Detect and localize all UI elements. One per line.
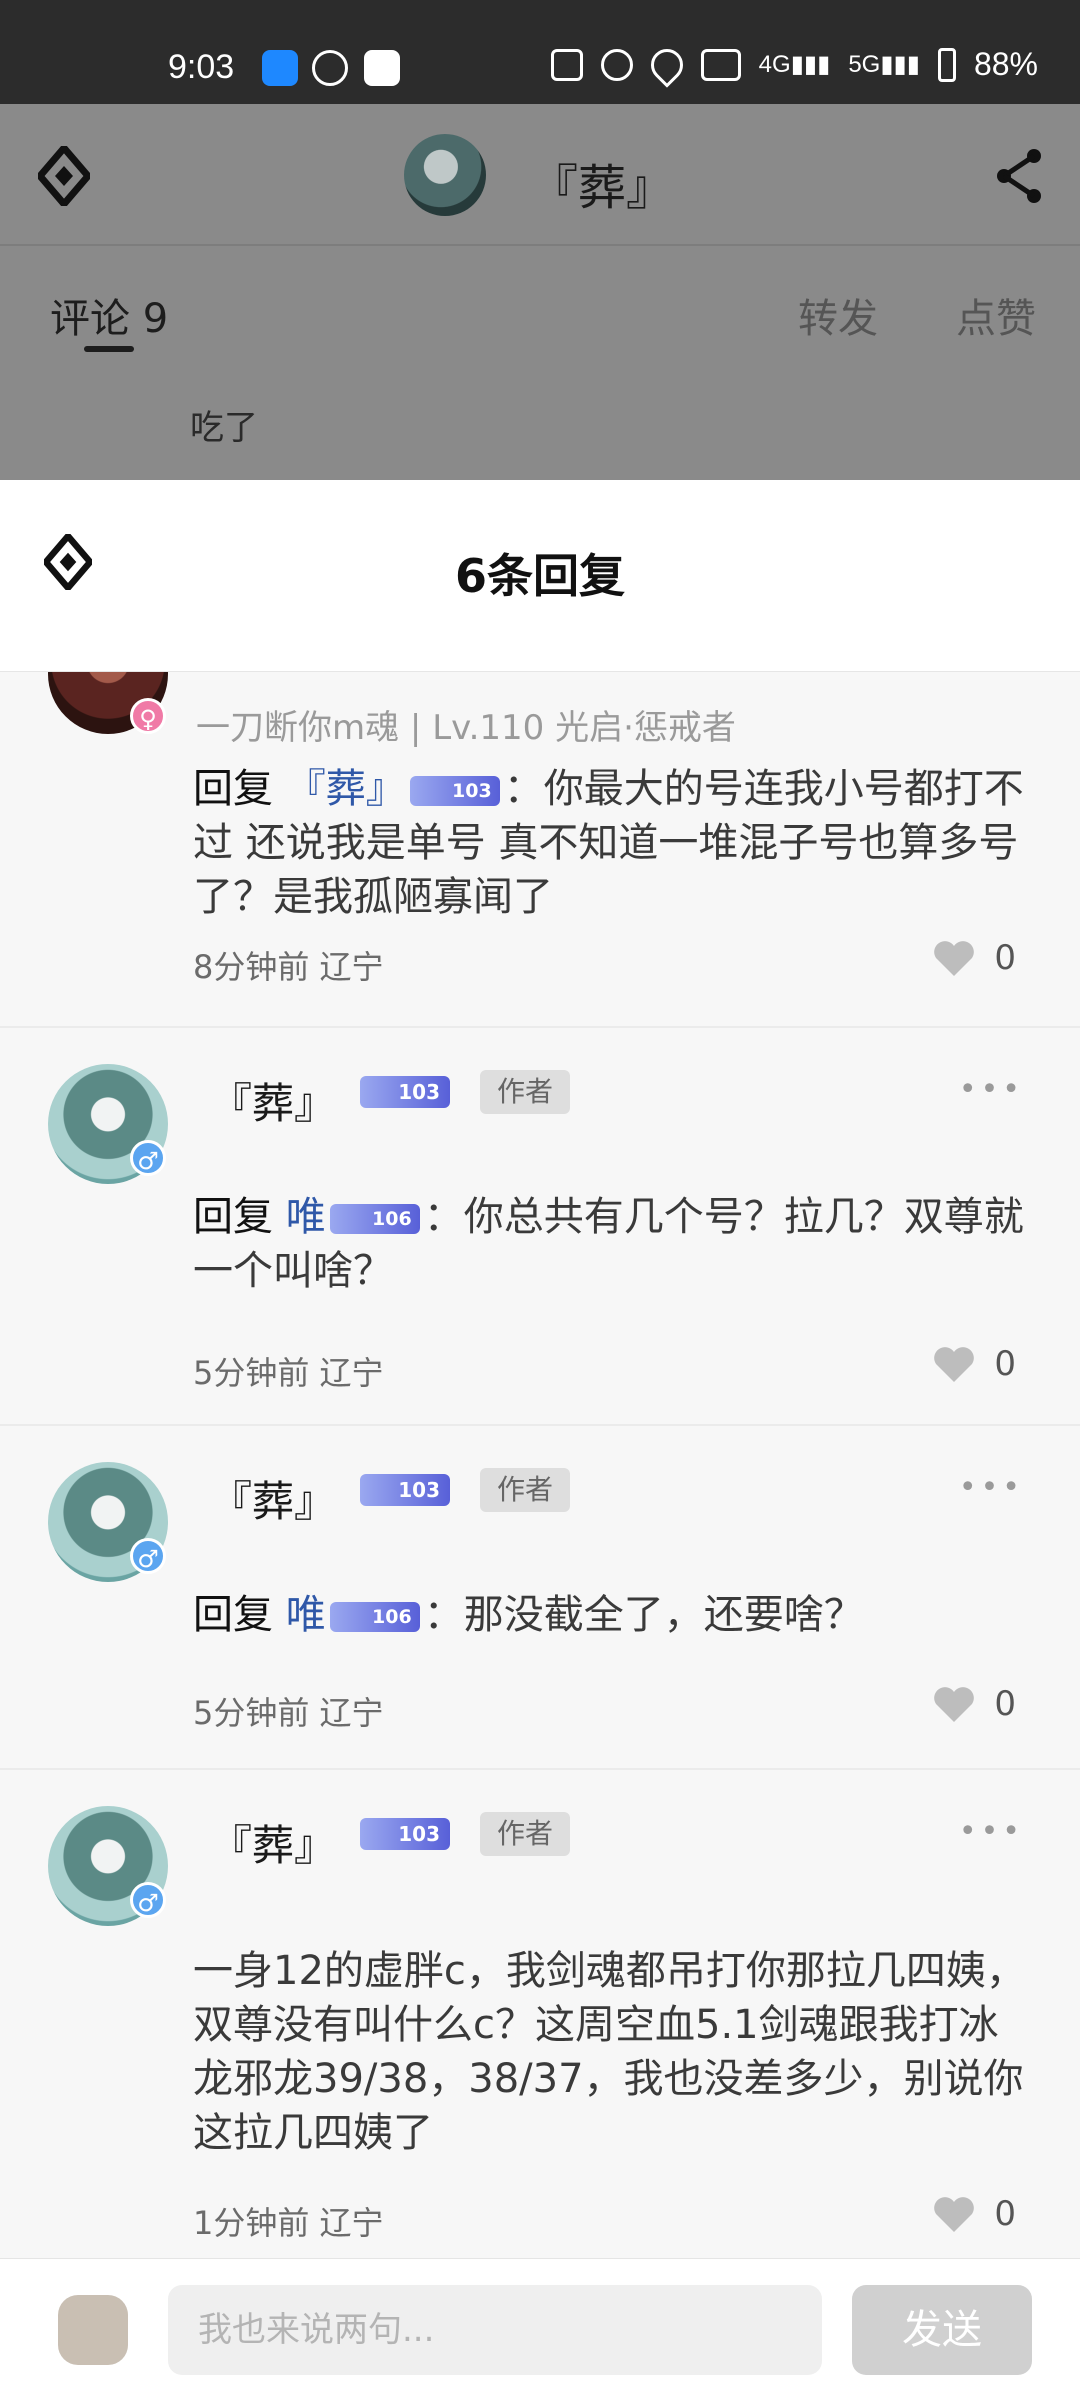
tab-comments[interactable]: 评论 9: [50, 286, 168, 344]
more-options-icon[interactable]: •••: [959, 1072, 1024, 1107]
mention-link[interactable]: 唯: [286, 1592, 326, 1638]
gender-female-icon: ♀: [130, 698, 166, 734]
comment-input-bar: 发送: [0, 2258, 1080, 2400]
phone-app-icon: [262, 50, 298, 86]
level-badge: 106: [329, 1602, 420, 1632]
tab-forward[interactable]: 转发: [798, 286, 878, 344]
level-badge: 106: [329, 1204, 420, 1234]
user-meta: 一刀断你m魂 | Lv.110 光启·惩戒者: [196, 708, 736, 748]
wechat-icon: [312, 50, 348, 86]
username[interactable]: 『葬』: [210, 1070, 336, 1131]
status-icons: 4G▮▮▮ 5G▮▮▮ 88%: [550, 41, 1038, 88]
message-app-icon: [364, 50, 400, 86]
level-badge: 103: [360, 1818, 450, 1850]
more-options-icon[interactable]: •••: [959, 1470, 1024, 1505]
reply-item: ♂ 『葬』 103 作者 ••• 回复 唯 106 ：那没截全了，还要啥？ 5分钟前…: [0, 1426, 1080, 1770]
gender-male-icon: ♂: [130, 1882, 166, 1918]
level-badge: 103: [409, 776, 500, 806]
battery-percent: 88%: [973, 46, 1038, 82]
status-bar: 9:03 4G▮▮▮ 5G▮▮▮ 88%: [0, 0, 1080, 104]
level-badge: 103: [360, 1474, 450, 1506]
reply-list[interactable]: ♀ ••• 一刀断你m魂 | Lv.110 光启·惩戒者 回复 『葬』103：你…: [0, 672, 1080, 2258]
more-options-icon[interactable]: •••: [959, 1814, 1024, 1849]
reply-time-location: 5分钟前 辽宁: [193, 1354, 384, 1392]
heart-icon: [934, 2197, 975, 2232]
mention-link[interactable]: 唯: [286, 1194, 326, 1240]
hd-icon: [700, 48, 741, 81]
reply-item: ♂ 『葬』 103 作者 ••• 一身12的虚胖c，我剑魂都吊打你那拉几四姨，双…: [0, 1770, 1080, 2258]
reply-count-heading: 6条回复: [454, 549, 625, 603]
like-count: 0: [994, 1344, 1016, 1384]
reply-content: 回复 唯 106 ：你总共有几个号？拉几？双尊就一个叫啥？: [193, 1194, 1024, 1294]
signal-5g-icon: 5G▮▮▮: [848, 51, 920, 78]
background-overlay[interactable]: 『葬』 评论 9 转发 点赞 吃了: [0, 104, 1080, 480]
like-count: 0: [994, 938, 1016, 978]
page-title: 『葬』: [530, 160, 675, 216]
author-tag: 作者: [480, 1812, 570, 1856]
top-nav: 『葬』: [0, 104, 1080, 246]
reply-time-location: 1分钟前 辽宁: [193, 2204, 384, 2242]
gender-male-icon: ♂: [130, 1538, 166, 1574]
reply-time-location: 5分钟前 辽宁: [193, 1694, 384, 1732]
author-avatar[interactable]: [404, 134, 486, 216]
reply-content: 回复 唯 106 ：那没截全了，还要啥？: [193, 1592, 864, 1638]
reply-item: ♀ ••• 一刀断你m魂 | Lv.110 光启·惩戒者 回复 『葬』103：你…: [0, 672, 1080, 1028]
tab-like[interactable]: 点赞: [956, 286, 1036, 344]
battery-icon: [937, 47, 956, 82]
like-button[interactable]: 0: [932, 2194, 1016, 2234]
like-button[interactable]: 0: [932, 1684, 1016, 1724]
comment-input[interactable]: [168, 2285, 822, 2375]
send-button[interactable]: 发送: [852, 2285, 1032, 2375]
gender-male-icon: ♂: [130, 1140, 166, 1176]
alarm-icon: [600, 48, 633, 81]
like-count: 0: [994, 1684, 1016, 1724]
reply-time-location: 8分钟前 辽宁: [193, 948, 384, 986]
reply-item: ♂ 『葬』 103 作者 ••• 回复 唯 106 ：你总共有几个号？拉几？双尊就一…: [0, 1028, 1080, 1426]
level-badge: 103: [360, 1076, 450, 1108]
reply-content: 一身12的虚胖c，我剑魂都吊打你那拉几四姨，双尊没有叫什么c？这周空血5.1剑魂…: [193, 1948, 1026, 2156]
app-logo-icon[interactable]: [38, 146, 90, 206]
author-tag: 作者: [480, 1468, 570, 1512]
username[interactable]: 『葬』: [210, 1468, 336, 1529]
share-icon[interactable]: [994, 146, 1044, 206]
signal-4g-icon: 4G▮▮▮: [758, 51, 831, 78]
author-tag: 作者: [480, 1070, 570, 1114]
like-button[interactable]: 0: [932, 938, 1016, 978]
emoji-face-icon[interactable]: [58, 2295, 128, 2365]
post-tabs: 评论 9 转发 点赞: [0, 246, 1080, 366]
status-time: 9:03: [168, 48, 235, 86]
tab-active-indicator: [84, 346, 134, 352]
heart-icon: [934, 1347, 975, 1382]
nfc-icon: [550, 48, 583, 81]
comment-snippet: 吃了: [190, 408, 258, 448]
heart-icon: [934, 1687, 975, 1722]
like-button[interactable]: 0: [932, 1344, 1016, 1384]
reply-content: 回复 『葬』 103 ：你最大的号连我小号都打不过 还说我是单号 真不知道一堆混子号…: [193, 766, 1024, 920]
heart-icon: [934, 941, 975, 976]
like-count: 0: [994, 2194, 1016, 2234]
mention-link[interactable]: 『葬』: [286, 766, 406, 812]
location-icon: [644, 41, 690, 88]
reply-sheet-header: 6条回复: [0, 480, 1080, 672]
username[interactable]: 『葬』: [210, 1812, 336, 1873]
